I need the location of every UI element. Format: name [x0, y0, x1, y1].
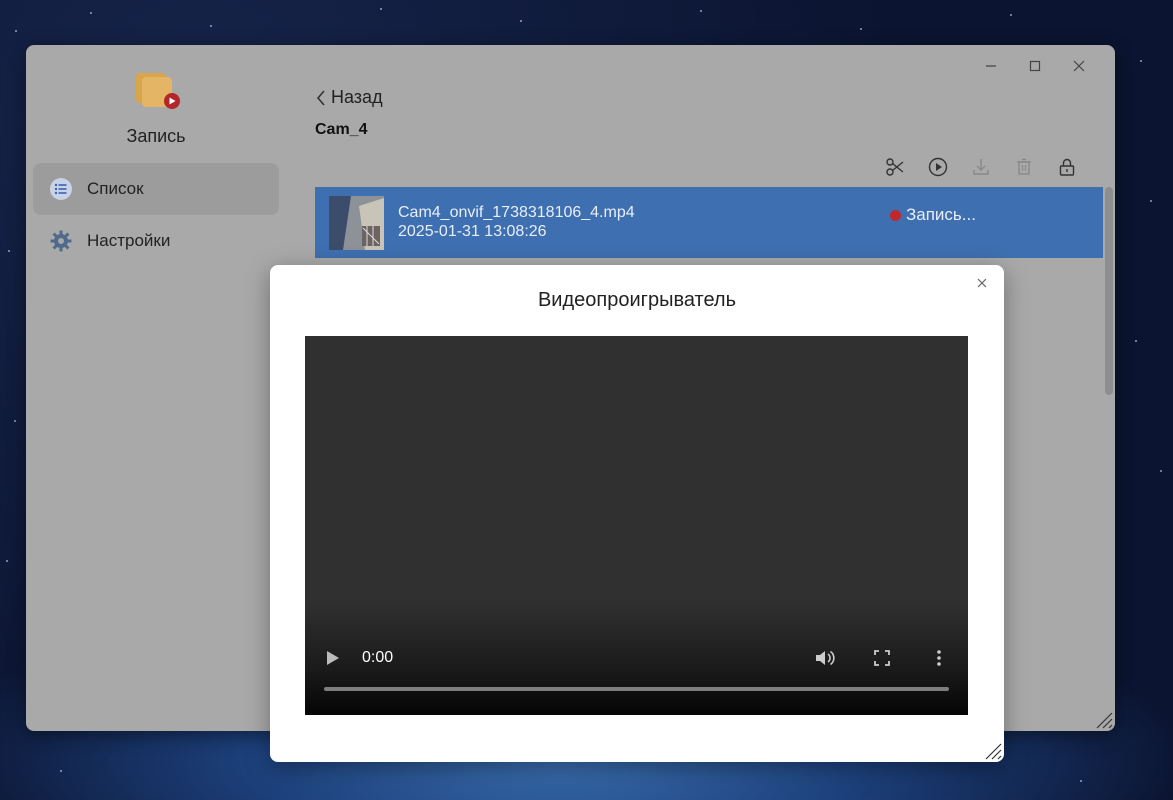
recording-status-label: Запись...: [906, 205, 976, 224]
video-thumbnail: [329, 196, 384, 250]
back-button[interactable]: Назад: [315, 87, 383, 108]
sidebar-item-label: Список: [87, 179, 144, 198]
sidebar-item-settings[interactable]: Настройки: [33, 215, 279, 267]
page-title: Cam_4: [315, 121, 368, 138]
chevron-left-icon: [315, 89, 327, 107]
unlock-icon[interactable]: [1054, 154, 1079, 179]
back-label: Назад: [331, 87, 383, 107]
window-resize-handle[interactable]: [1095, 711, 1113, 729]
recording-status: Запись...: [890, 205, 976, 225]
video-player-dialog: Видеопроигрыватель 0:00: [270, 265, 1004, 762]
dialog-title: Видеопроигрыватель: [537, 289, 737, 311]
gear-icon: [49, 229, 73, 253]
dialog-resize-handle[interactable]: [984, 742, 1002, 760]
recording-datetime: 2025-01-31 13:08:26: [398, 223, 547, 240]
scissors-icon[interactable]: [882, 154, 907, 179]
video-time: 0:00: [362, 649, 394, 666]
recording-row[interactable]: Cam4_onvif_1738318106_4.mp4 2025-01-31 1…: [315, 187, 1103, 258]
video-player[interactable]: 0:00: [305, 336, 968, 715]
scrollbar[interactable]: [1105, 187, 1113, 395]
volume-icon[interactable]: [814, 647, 836, 669]
trash-icon[interactable]: [1011, 154, 1036, 179]
sidebar-item-label: Настройки: [87, 231, 171, 250]
video-progress-bar[interactable]: [324, 687, 949, 691]
toolbar: [882, 154, 1079, 179]
fullscreen-icon[interactable]: [871, 647, 893, 669]
sidebar-item-list[interactable]: Список: [33, 163, 279, 215]
recording-dot-icon: [890, 209, 901, 221]
recording-filename: Cam4_onvif_1738318106_4.mp4: [398, 204, 635, 221]
download-icon[interactable]: [968, 154, 993, 179]
play-icon[interactable]: [322, 647, 344, 669]
list-icon: [49, 177, 73, 201]
play-circle-icon[interactable]: [925, 154, 950, 179]
app-title: Запись: [126, 126, 186, 146]
more-options-icon[interactable]: [928, 647, 950, 669]
sidebar: Запись Список Настройки: [26, 45, 286, 731]
app-logo-icon: [134, 69, 180, 111]
